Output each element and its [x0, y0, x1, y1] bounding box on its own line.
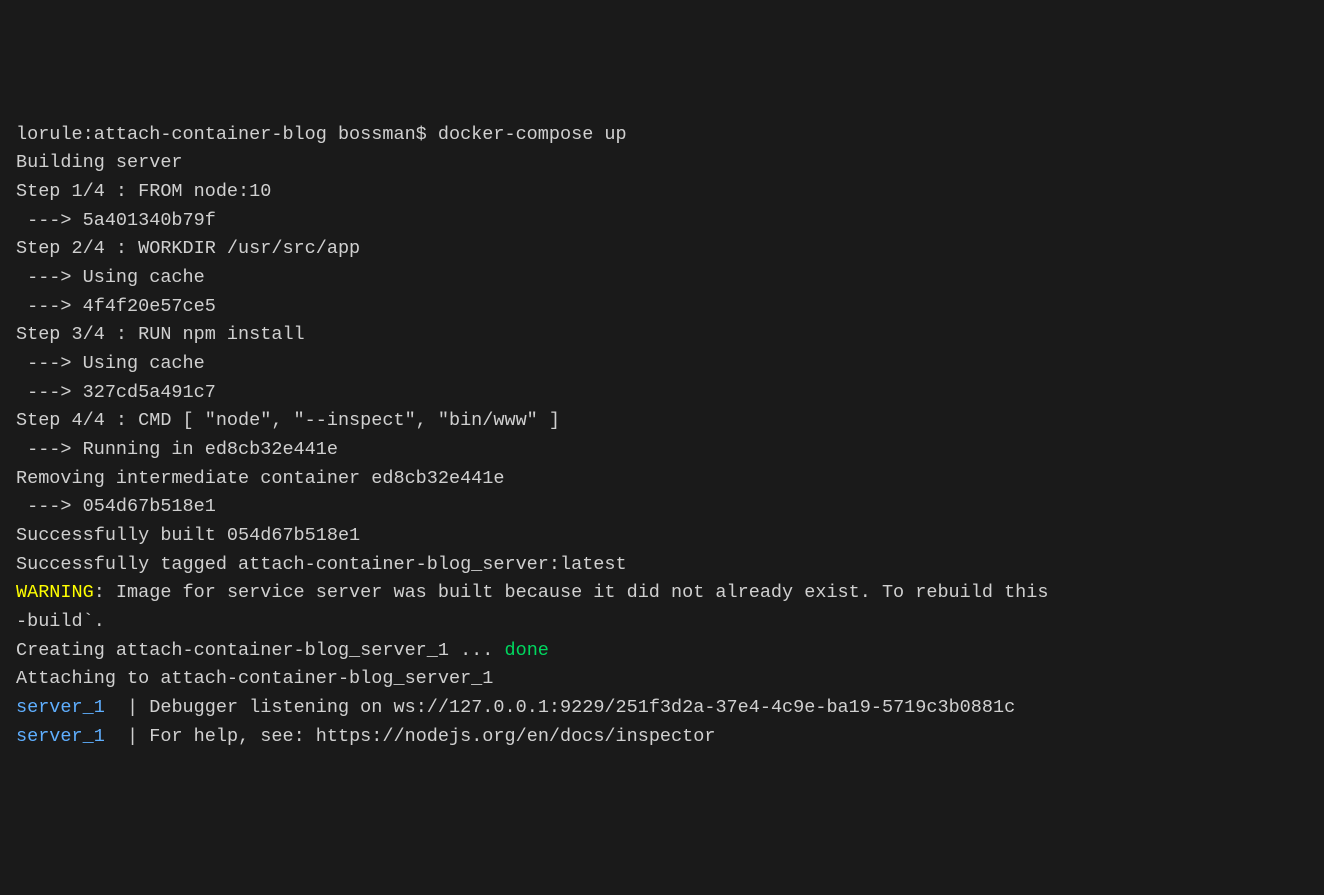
output-line: ---> 054d67b518e1	[16, 493, 1308, 522]
attaching-line: Attaching to attach-container-blog_serve…	[16, 665, 1308, 694]
output-line: ---> Using cache	[16, 264, 1308, 293]
creating-prefix: Creating attach-container-blog_server_1 …	[16, 640, 504, 661]
prompt-line: lorule:attach-container-blog bossman$ do…	[16, 121, 1308, 150]
output-line: Step 1/4 : FROM node:10	[16, 178, 1308, 207]
output-line: Step 3/4 : RUN npm install	[16, 321, 1308, 350]
server-label: server_1	[16, 726, 127, 747]
server-output-line: server_1 | Debugger listening on ws://12…	[16, 694, 1308, 723]
output-line: ---> 4f4f20e57ce5	[16, 293, 1308, 322]
done-status: done	[504, 640, 548, 661]
separator: |	[127, 697, 149, 718]
output-line: ---> 5a401340b79f	[16, 207, 1308, 236]
output-line: Step 2/4 : WORKDIR /usr/src/app	[16, 235, 1308, 264]
server-text: For help, see: https://nodejs.org/en/doc…	[149, 726, 715, 747]
output-line: ---> 327cd5a491c7	[16, 379, 1308, 408]
server-label: server_1	[16, 697, 127, 718]
output-line: ---> Using cache	[16, 350, 1308, 379]
server-text: Debugger listening on ws://127.0.0.1:922…	[149, 697, 1015, 718]
output-line: Building server	[16, 149, 1308, 178]
terminal-output[interactable]: lorule:attach-container-blog bossman$ do…	[16, 121, 1308, 752]
warning-label: WARNING	[16, 582, 94, 603]
creating-line: Creating attach-container-blog_server_1 …	[16, 637, 1308, 666]
warning-text: : Image for service server was built bec…	[94, 582, 1049, 603]
server-output-line: server_1 | For help, see: https://nodejs…	[16, 723, 1308, 752]
output-line: Successfully tagged attach-container-blo…	[16, 551, 1308, 580]
warning-continuation: -build`.	[16, 608, 1308, 637]
separator: |	[127, 726, 149, 747]
warning-line: WARNING: Image for service server was bu…	[16, 579, 1308, 608]
output-line: Successfully built 054d67b518e1	[16, 522, 1308, 551]
output-line: Removing intermediate container ed8cb32e…	[16, 465, 1308, 494]
output-line: ---> Running in ed8cb32e441e	[16, 436, 1308, 465]
output-line: Step 4/4 : CMD [ "node", "--inspect", "b…	[16, 407, 1308, 436]
